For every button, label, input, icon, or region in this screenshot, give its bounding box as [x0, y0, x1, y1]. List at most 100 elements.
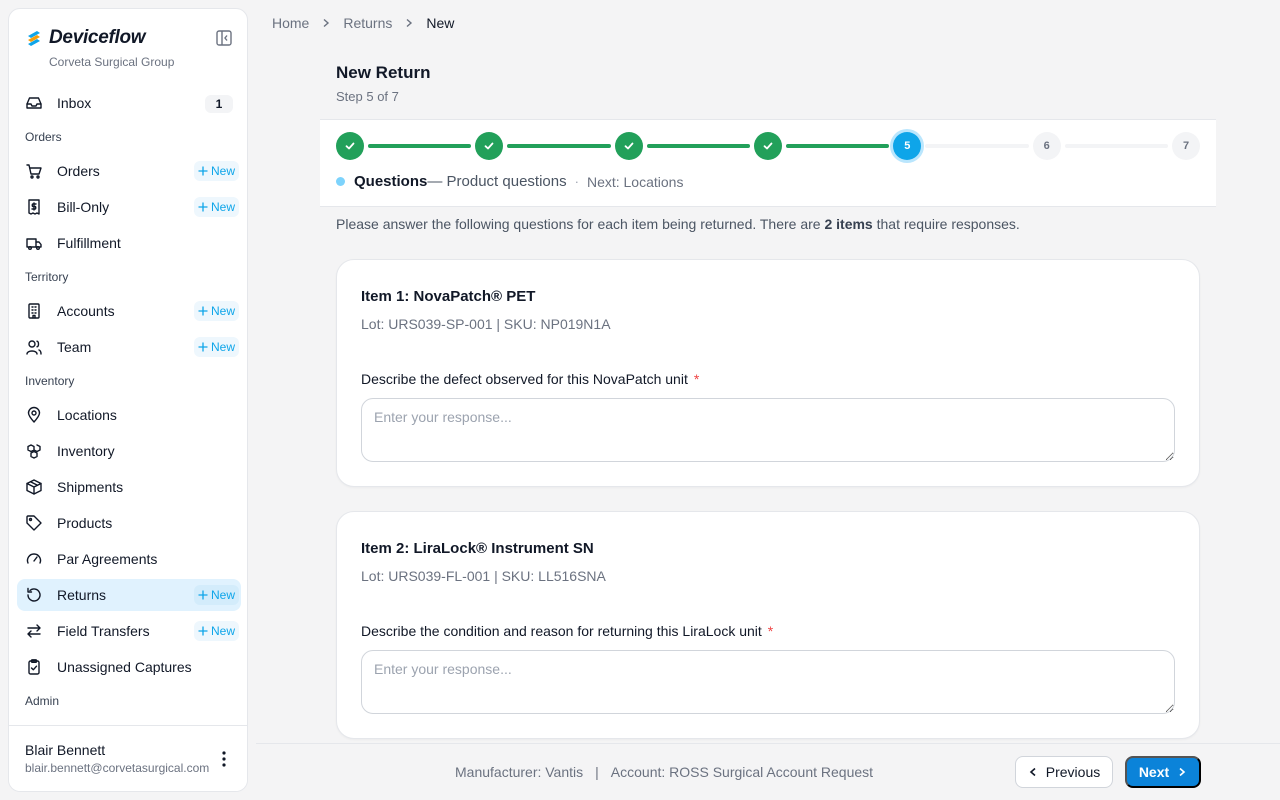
step-connector — [925, 144, 1029, 148]
step-connector — [1064, 144, 1168, 148]
step-2-completed[interactable] — [475, 132, 504, 160]
new-label: New — [210, 588, 235, 602]
nav-section-admin: Admin — [25, 694, 60, 708]
sidebar-item-unassigned-captures[interactable]: Unassigned Captures — [17, 651, 241, 683]
sidebar-item-locations[interactable]: Locations — [17, 399, 241, 431]
sidebar-item-returns[interactable]: Returns New — [17, 579, 241, 611]
breadcrumb-home[interactable]: Home — [272, 15, 309, 31]
sidebar-item-label: Orders — [57, 163, 100, 179]
arrows-transfer-icon — [25, 622, 43, 640]
sidebar-item-label: Field Transfers — [57, 623, 150, 639]
question-label: Describe the defect observed for this No… — [361, 371, 699, 387]
boxes-icon — [25, 442, 43, 460]
item-title: Item 1: NovaPatch® PET — [361, 288, 536, 305]
step-connector — [646, 144, 750, 148]
sidebar-item-field-transfers[interactable]: Field Transfers New — [17, 615, 241, 647]
receipt-icon — [25, 198, 43, 216]
response-textarea[interactable] — [361, 398, 1175, 462]
question-text: Describe the condition and reason for re… — [361, 623, 762, 639]
question-text: Describe the defect observed for this No… — [361, 371, 688, 387]
previous-button[interactable]: Previous — [1015, 756, 1113, 788]
chevron-right-icon — [404, 18, 414, 28]
new-accounts-button[interactable]: New — [193, 301, 239, 321]
users-icon — [25, 338, 43, 356]
sidebar-item-products[interactable]: Products — [17, 507, 241, 539]
sidebar-item-label: Par Agreements — [57, 551, 158, 567]
breadcrumb-current: New — [426, 15, 455, 31]
breadcrumb: Home Returns New — [272, 15, 454, 31]
account-label: Account: ROSS Surgical Account Request — [610, 764, 874, 780]
sidebar-item-label: Bill-Only — [57, 199, 110, 215]
current-step-bullet — [336, 177, 345, 186]
plus-icon — [198, 342, 208, 352]
item-lot-sku: Lot: URS039-SP-001 | SKU: NP019N1A — [361, 316, 611, 332]
package-icon — [25, 478, 43, 496]
new-team-button[interactable]: New — [193, 337, 239, 357]
check-icon — [624, 142, 634, 150]
return-context: Manufacturer: Vantis | Account: ROSS Sur… — [455, 764, 873, 780]
user-name: Blair Bennett — [25, 742, 106, 758]
new-returns-button[interactable]: New — [193, 585, 239, 605]
plus-icon — [198, 590, 208, 600]
sidebar-item-label: Shipments — [57, 479, 124, 495]
sidebar-item-par-agreements[interactable]: Par Agreements — [17, 543, 241, 575]
current-step-info: Questions — Product questions · Next: Lo… — [336, 173, 683, 190]
more-vertical-icon[interactable] — [215, 748, 233, 770]
sidebar-item-label: Accounts — [57, 303, 115, 319]
question-label: Describe the condition and reason for re… — [361, 623, 773, 639]
new-field-transfers-button[interactable]: New — [193, 621, 239, 641]
new-bill-only-button[interactable]: New — [193, 197, 239, 217]
sidebar-item-accounts[interactable]: Accounts New — [17, 295, 241, 327]
tag-icon — [25, 514, 43, 532]
sidebar-item-team[interactable]: Team New — [17, 331, 241, 363]
sidebar-item-label: Unassigned Captures — [57, 659, 192, 675]
clipboard-check-icon — [25, 658, 43, 676]
page-title: New Return — [336, 63, 431, 82]
sidebar-collapse-icon[interactable] — [215, 29, 233, 47]
step-connector — [507, 144, 611, 148]
sidebar-item-label: Inbox — [57, 95, 92, 111]
sidebar-item-label: Products — [57, 515, 113, 531]
sidebar-item-label: Inventory — [57, 443, 115, 459]
inbox-icon — [25, 94, 43, 112]
previous-label: Previous — [1045, 764, 1101, 780]
sidebar-item-bill-only[interactable]: Bill-Only New — [17, 191, 241, 223]
instructions-text: Please answer the following questions fo… — [336, 216, 1020, 232]
plus-icon — [198, 306, 208, 316]
step-7-pending: 7 — [1172, 132, 1200, 160]
wizard-footer: Manufacturer: Vantis | Account: ROSS Sur… — [256, 743, 1280, 800]
step-1-completed[interactable] — [336, 132, 364, 160]
next-label: Next — [1138, 764, 1170, 780]
response-textarea[interactable] — [361, 650, 1175, 714]
user-email: blair.bennett@corvetasurgical.com — [25, 761, 210, 775]
breadcrumb-returns[interactable]: Returns — [343, 15, 392, 31]
new-orders-button[interactable]: New — [193, 161, 239, 181]
new-label: New — [210, 304, 235, 318]
plus-icon — [198, 202, 208, 212]
sidebar-item-label: Locations — [57, 407, 117, 423]
rotate-ccw-icon — [25, 586, 43, 604]
brand[interactable]: Deviceflow — [25, 27, 146, 49]
current-step-name: Questions — [354, 173, 428, 190]
step-4-completed[interactable] — [754, 132, 782, 160]
check-icon — [345, 142, 355, 150]
sidebar-item-label: Fulfillment — [57, 235, 121, 251]
nav-section-orders: Orders — [25, 130, 62, 144]
manufacturer-label: Manufacturer: Vantis — [455, 764, 584, 780]
sidebar-nav: Inbox 1 Orders Orders New Bill-Only New Fulfill… — [17, 87, 241, 719]
sidebar-item-orders[interactable]: Orders New — [17, 155, 241, 187]
sidebar-item-shipments[interactable]: Shipments — [17, 471, 241, 503]
sidebar-item-inbox[interactable]: Inbox 1 — [17, 87, 241, 119]
user-profile: Blair Bennett blair.bennett@corvetasurgi… — [9, 725, 247, 791]
sidebar: Deviceflow Corveta Surgical Group Inbox 1… — [8, 8, 248, 792]
next-button[interactable]: Next — [1125, 756, 1201, 788]
sidebar-item-fulfillment[interactable]: Fulfillment — [17, 227, 241, 259]
sidebar-item-inventory[interactable]: Inventory — [17, 435, 241, 467]
footer-divider: | — [595, 764, 599, 780]
step-3-completed[interactable] — [614, 132, 643, 160]
step-6-pending: 6 — [1032, 132, 1061, 160]
new-label: New — [210, 340, 235, 354]
current-step-description: — Product questions — [427, 173, 567, 190]
item-card: Item 1: NovaPatch® PET Lot: URS039-SP-00… — [336, 259, 1200, 487]
item-title: Item 2: LiraLock® Instrument SN — [361, 540, 594, 557]
